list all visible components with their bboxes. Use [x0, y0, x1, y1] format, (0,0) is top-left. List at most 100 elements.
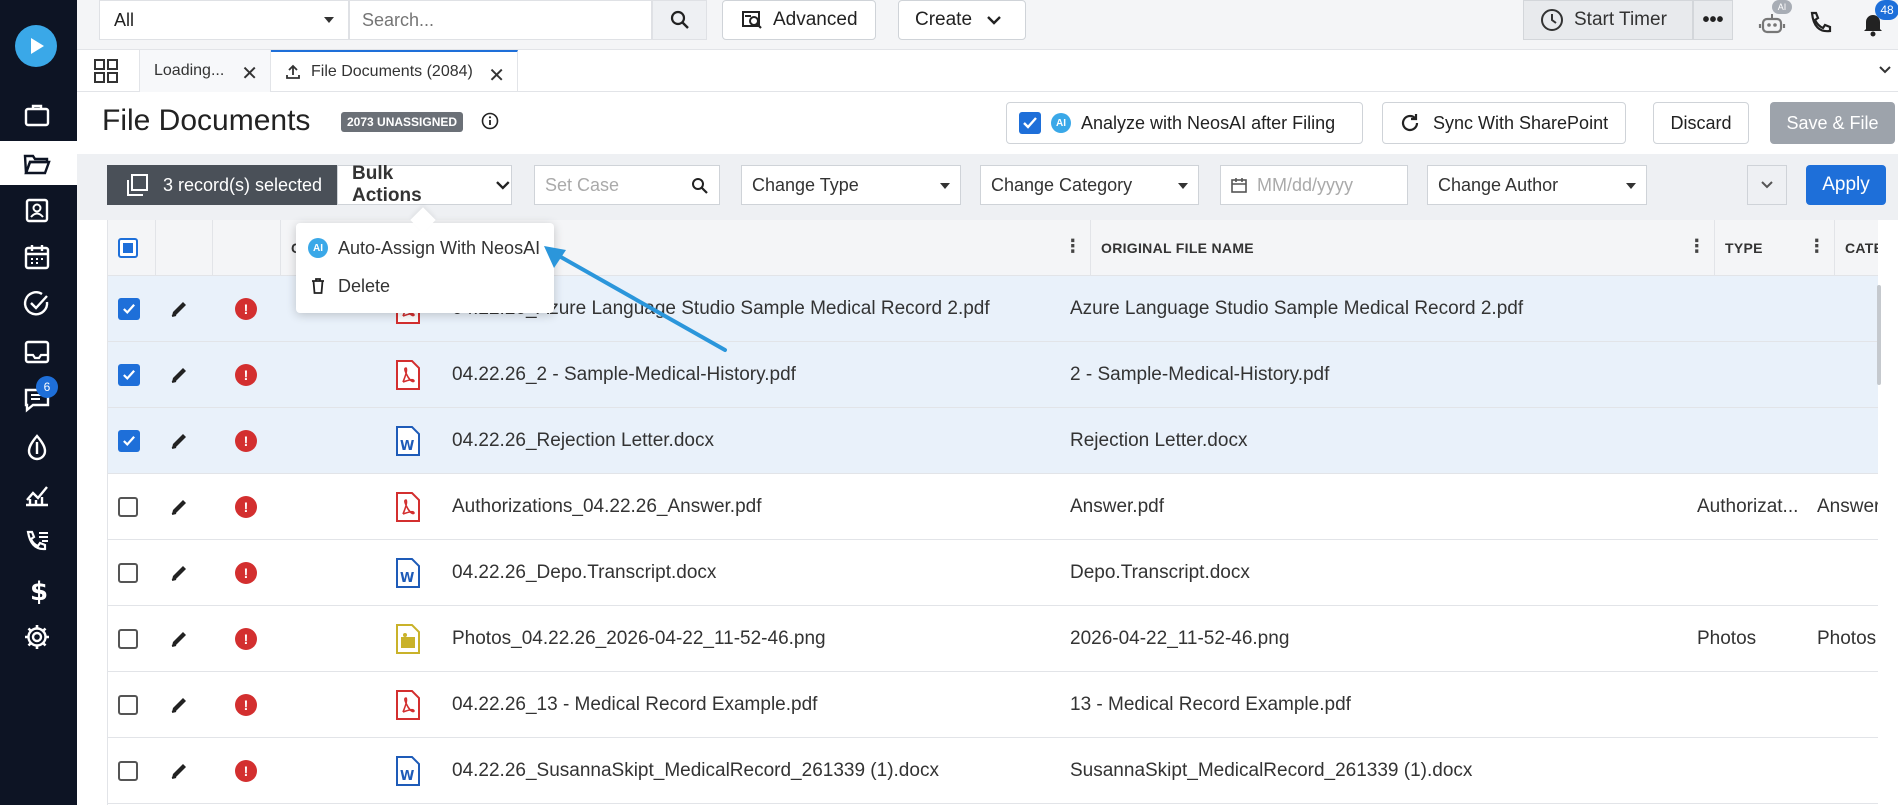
search-button[interactable]: [652, 0, 707, 40]
task-check-icon[interactable]: [22, 289, 52, 319]
tabs-overflow-chevron-icon[interactable]: [1878, 62, 1892, 80]
sync-sharepoint-button[interactable]: Sync With SharePoint: [1382, 102, 1626, 144]
tab-file-documents[interactable]: File Documents (2084) ✕: [271, 50, 518, 92]
row-checkbox[interactable]: [118, 497, 138, 517]
error-status-icon[interactable]: !: [235, 342, 275, 408]
drop-progress-icon[interactable]: [22, 432, 52, 462]
row-checkbox[interactable]: [118, 364, 140, 386]
table-row[interactable]: ! W 04.22.26_Depo.Transcript.docx Depo.Tran…: [108, 540, 1878, 606]
change-type-select[interactable]: Change Type: [741, 165, 961, 205]
search-scope-select[interactable]: All: [99, 0, 349, 40]
expand-toolbar-button[interactable]: [1747, 165, 1787, 205]
table-row[interactable]: ! W 04.22.26_SusannaSkipt_MedicalRecord_26…: [108, 738, 1878, 804]
app-logo-play-icon[interactable]: [15, 25, 57, 67]
error-status-icon[interactable]: !: [235, 672, 275, 738]
info-icon[interactable]: [481, 112, 499, 135]
row-checkbox[interactable]: [118, 298, 140, 320]
start-timer-button[interactable]: Start Timer: [1523, 0, 1693, 40]
error-status-icon[interactable]: !: [235, 540, 275, 606]
column-header-category[interactable]: CATEGO: [1835, 220, 1878, 276]
clock-icon: [1541, 9, 1563, 31]
table-row[interactable]: ! Photos_04.22.26_2026-04-22_11-52-46.png…: [108, 606, 1878, 672]
column-menu-icon[interactable]: ⋮: [1808, 236, 1826, 257]
edit-pencil-icon[interactable]: [168, 672, 208, 738]
change-category-select[interactable]: Change Category: [980, 165, 1199, 205]
file-name-cell[interactable]: 04.22.26_Depo.Transcript.docx: [452, 540, 1082, 606]
edit-pencil-icon[interactable]: [168, 276, 208, 342]
edit-pencil-icon[interactable]: [168, 540, 208, 606]
file-name-cell[interactable]: Authorizations_04.22.26_Answer.pdf: [452, 474, 1082, 540]
global-search-input[interactable]: [350, 1, 630, 39]
file-name-cell[interactable]: Photos_04.22.26_2026-04-22_11-52-46.png: [452, 606, 1082, 672]
save-and-file-button[interactable]: Save & File: [1770, 102, 1895, 144]
page-header: File Documents 2073 UNASSIGNED AI Analyz…: [77, 92, 1898, 154]
edit-pencil-icon[interactable]: [168, 408, 208, 474]
contact-card-icon[interactable]: [22, 195, 52, 225]
file-name-cell[interactable]: 04.22.26_13 - Medical Record Example.pdf: [452, 672, 1082, 738]
settings-gear-icon[interactable]: [22, 622, 52, 652]
file-name-cell[interactable]: 04.22.26_SusannaSkipt_MedicalRecord_2613…: [452, 738, 1082, 804]
change-author-select[interactable]: Change Author: [1427, 165, 1647, 205]
error-status-icon[interactable]: !: [235, 606, 275, 672]
column-header-type[interactable]: TYPE ⋮: [1715, 220, 1835, 276]
word-file-icon: W: [395, 408, 435, 474]
category-cell: Photos: [1817, 628, 1877, 649]
advanced-search-button[interactable]: Advanced: [722, 0, 876, 40]
edit-pencil-icon[interactable]: [168, 474, 208, 540]
tab-loading[interactable]: Loading... ✕: [139, 50, 271, 92]
pdf-file-icon: [395, 342, 435, 408]
delete-menu-item[interactable]: Delete: [308, 268, 390, 304]
more-options-icon[interactable]: •••: [1693, 0, 1733, 40]
select-all-checkbox[interactable]: [118, 238, 138, 258]
grid-menu-icon[interactable]: [93, 58, 119, 89]
column-menu-icon[interactable]: ⋮: [1064, 236, 1082, 257]
create-button[interactable]: Create: [898, 0, 1026, 40]
svg-text:$: $: [30, 577, 48, 605]
table-row[interactable]: ! Authorizations_04.22.26_Answer.pdf Answe…: [108, 474, 1878, 540]
error-status-icon[interactable]: !: [235, 738, 275, 804]
edit-pencil-icon[interactable]: [168, 342, 208, 408]
bulk-actions-button[interactable]: Bulk Actions: [337, 163, 512, 206]
analytics-chart-icon[interactable]: [22, 480, 52, 510]
auto-assign-neosai-menu-item[interactable]: AI Auto-Assign With NeosAI: [308, 230, 540, 266]
table-row[interactable]: ! W 04.22.26_Rejection Letter.docx Rejectio…: [108, 408, 1878, 474]
table-row[interactable]: ! 04.22.26_2 - Sample-Medical-History.pdf…: [108, 342, 1878, 408]
call-log-icon[interactable]: [22, 527, 52, 557]
billing-dollar-icon[interactable]: $: [22, 575, 52, 607]
row-checkbox[interactable]: [118, 563, 138, 583]
close-tab-icon[interactable]: ✕: [241, 61, 258, 86]
close-tab-icon[interactable]: ✕: [488, 63, 505, 88]
row-checkbox[interactable]: [118, 761, 138, 781]
edit-pencil-icon[interactable]: [168, 606, 208, 672]
set-case-input[interactable]: Set Case: [534, 165, 720, 205]
calendar-icon[interactable]: [22, 242, 52, 272]
column-header-original-file-name[interactable]: ORIGINAL FILE NAME ⋮: [1091, 220, 1715, 276]
table-scrollbar[interactable]: [1877, 285, 1881, 385]
original-file-name-cell: Rejection Letter.docx: [1070, 430, 1248, 451]
edit-pencil-icon[interactable]: [168, 738, 208, 804]
table-row[interactable]: ! 04.22.26_13 - Medical Record Example.pd…: [108, 672, 1878, 738]
trash-icon: [312, 278, 324, 294]
discard-button[interactable]: Discard: [1653, 102, 1749, 144]
column-menu-icon[interactable]: ⋮: [1688, 236, 1706, 257]
inbox-icon[interactable]: [22, 337, 52, 367]
analyze-neosai-toggle[interactable]: AI Analyze with NeosAI after Filing: [1006, 102, 1363, 144]
row-checkbox[interactable]: [118, 430, 140, 452]
analyze-checkbox[interactable]: [1019, 112, 1041, 134]
row-checkbox[interactable]: [118, 629, 138, 649]
bulk-actions-label: Bulk Actions: [352, 163, 422, 206]
briefcase-icon[interactable]: [22, 100, 52, 130]
type-cell: [1697, 408, 1807, 474]
phone-icon[interactable]: [1805, 8, 1835, 38]
date-input[interactable]: MM/dd/yyyy: [1220, 165, 1408, 205]
error-status-icon[interactable]: !: [235, 474, 275, 540]
svg-text:W: W: [400, 571, 414, 586]
date-placeholder: MM/dd/yyyy: [1257, 174, 1354, 195]
file-name-cell[interactable]: 04.22.26_Rejection Letter.docx: [452, 408, 1082, 474]
error-status-icon[interactable]: !: [235, 408, 275, 474]
apply-button[interactable]: Apply: [1806, 165, 1886, 205]
error-status-icon[interactable]: !: [235, 276, 275, 342]
folder-open-icon[interactable]: [22, 148, 52, 178]
row-checkbox[interactable]: [118, 695, 138, 715]
category-label: CATEGO: [1845, 240, 1878, 256]
